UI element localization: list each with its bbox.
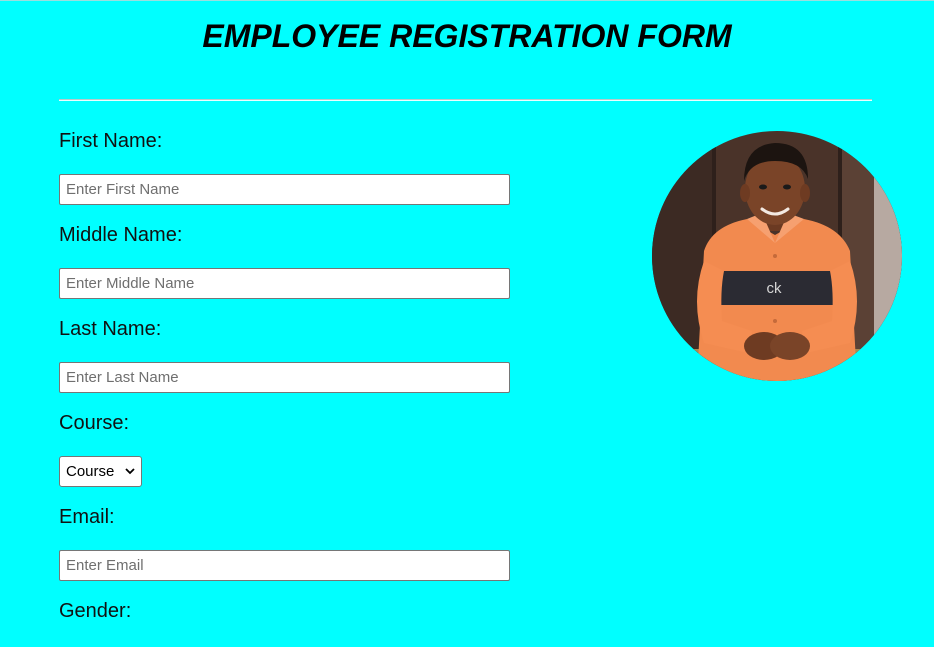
first-name-label: First Name: [59, 130, 163, 152]
first-name-input[interactable] [59, 174, 510, 205]
gender-label: Gender: [59, 600, 132, 622]
profile-photo: ck [652, 131, 902, 381]
email-label: Email: [59, 506, 115, 528]
page-title: EMPLOYEE REGISTRATION FORM [202, 18, 732, 54]
window-top-edge [0, 0, 934, 1]
chevron-down-icon [125, 468, 135, 475]
shirt-logo-text: ck [767, 280, 783, 297]
course-select[interactable]: Course [59, 456, 142, 487]
course-select-value: Course [66, 463, 115, 480]
last-name-input[interactable] [59, 362, 510, 393]
title-divider [59, 99, 872, 101]
course-label: Course: [59, 412, 130, 434]
middle-name-label: Middle Name: [59, 224, 183, 246]
last-name-label: Last Name: [59, 318, 162, 340]
email-input[interactable] [59, 550, 510, 581]
middle-name-input[interactable] [59, 268, 510, 299]
